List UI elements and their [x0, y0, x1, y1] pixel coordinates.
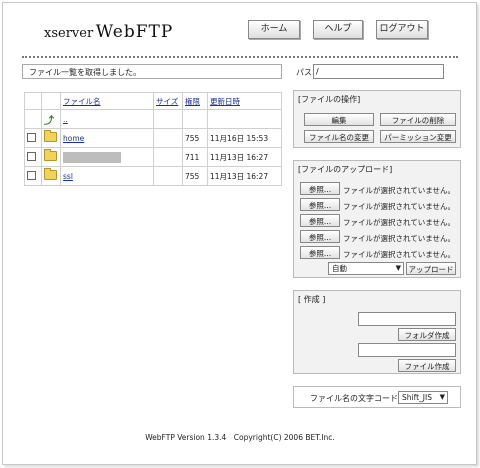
row-checkbox[interactable] — [27, 132, 36, 142]
status-message: ファイル一覧を取得しました。 — [22, 64, 282, 79]
file-size — [153, 147, 183, 167]
folder-icon — [44, 149, 57, 161]
file-perm: 711 — [182, 147, 208, 167]
no-file-label: ファイルが選択されていません。 — [343, 218, 456, 227]
chevron-down-icon: ▼ — [439, 393, 445, 401]
encoding-select[interactable]: Shift_JIS ▼ — [398, 391, 448, 404]
table-row: 711 11月13日 16:27 — [24, 147, 282, 167]
chmod-button[interactable]: パーミッション変更 — [380, 130, 456, 143]
file-size — [153, 128, 183, 148]
folder-icon — [44, 168, 57, 180]
home-button[interactable]: ホーム — [248, 20, 300, 39]
select-header — [24, 92, 42, 110]
browse-button-1[interactable]: 参照... — [300, 182, 340, 195]
footer-copyright: WebFTP Version 1.3.4 Copyright(C) 2006 B… — [145, 433, 335, 442]
logo-text-xserver: xserver — [44, 26, 94, 41]
file-date: 11月13日 16:27 — [207, 147, 282, 167]
file-date: 11月13日 16:27 — [207, 166, 282, 186]
app-logo: xserver WebFTP — [44, 22, 173, 42]
browse-button-4[interactable]: 参照... — [300, 230, 340, 243]
transfer-mode-select[interactable]: 自動 ▼ — [328, 262, 404, 275]
sort-by-date-link[interactable]: 更新日時 — [210, 97, 240, 106]
icon-header — [41, 92, 61, 110]
upload-button[interactable]: アップロード — [406, 262, 456, 275]
help-button[interactable]: ヘルプ — [313, 20, 363, 39]
separator-line — [22, 56, 458, 58]
row-checkbox[interactable] — [27, 151, 36, 161]
parent-dir-link[interactable]: .. — [63, 115, 68, 124]
file-ops-title: [ファイルの操作] — [298, 95, 361, 104]
parent-folder-icon[interactable]: ⤴ — [44, 116, 54, 127]
encoding-label: ファイル名の文字コード: — [310, 394, 401, 403]
file-ops-panel: [ファイルの操作] 編集 ファイルの削除 ファイル名の変更 パーミッション変更 — [293, 90, 461, 148]
file-name-input[interactable] — [358, 343, 456, 357]
edit-button[interactable]: 編集 — [304, 113, 374, 126]
sort-by-size-link[interactable]: サイズ — [156, 97, 178, 106]
browse-button-2[interactable]: 参照... — [300, 198, 340, 211]
logout-button[interactable]: ログアウト — [376, 20, 428, 39]
file-size — [153, 166, 183, 186]
folder-name-input[interactable] — [358, 312, 456, 326]
table-row: ssl 755 11月13日 16:27 — [24, 166, 282, 186]
browse-button-5[interactable]: 参照... — [300, 246, 340, 259]
create-panel: [ 作成 ] フォルダ作成 ファイル作成 — [293, 290, 461, 374]
sort-by-perm-link[interactable]: 権限 — [185, 97, 200, 106]
sort-by-name-link[interactable]: ファイル名 — [63, 97, 101, 106]
file-perm: 755 — [182, 128, 208, 148]
table-header-row: ファイル名 サイズ 権限 更新日時 — [24, 92, 282, 110]
file-date: 11月16日 15:53 — [207, 128, 282, 148]
delete-file-button[interactable]: ファイルの削除 — [380, 113, 456, 126]
upload-title: [ファイルのアップロード] — [298, 165, 393, 174]
transfer-mode-value: 自動 — [332, 264, 347, 273]
folder-icon — [44, 130, 57, 142]
logo-text-webftp: WebFTP — [95, 22, 174, 42]
no-file-label: ファイルが選択されていません。 — [343, 250, 456, 259]
browse-button-3[interactable]: 参照... — [300, 214, 340, 227]
file-table: ファイル名 サイズ 権限 更新日時 ⤴ .. home 755 11月16日 1… — [24, 92, 282, 186]
path-label: パス: — [296, 68, 315, 77]
file-name-link[interactable]: home — [63, 134, 84, 143]
row-checkbox[interactable] — [27, 170, 36, 180]
path-input[interactable] — [313, 64, 444, 79]
create-title: [ 作成 ] — [298, 295, 326, 304]
table-row-parent: ⤴ .. — [24, 109, 282, 129]
create-file-button[interactable]: ファイル作成 — [398, 359, 456, 372]
no-file-label: ファイルが選択されていません。 — [343, 202, 456, 211]
file-name-link[interactable]: ssl — [63, 172, 73, 181]
chevron-down-icon: ▼ — [395, 264, 401, 272]
rename-button[interactable]: ファイル名の変更 — [304, 130, 374, 143]
encoding-value: Shift_JIS — [402, 393, 432, 402]
create-folder-button[interactable]: フォルダ作成 — [398, 328, 456, 341]
upload-panel: [ファイルのアップロード] 参照... ファイルが選択されていません。 参照..… — [293, 160, 461, 278]
encoding-panel: ファイル名の文字コード: Shift_JIS ▼ — [293, 386, 461, 408]
no-file-label: ファイルが選択されていません。 — [343, 234, 456, 243]
table-row: home 755 11月16日 15:53 — [24, 128, 282, 148]
no-file-label: ファイルが選択されていません。 — [343, 186, 456, 195]
file-perm: 755 — [182, 166, 208, 186]
redacted-file-name[interactable] — [63, 151, 121, 163]
